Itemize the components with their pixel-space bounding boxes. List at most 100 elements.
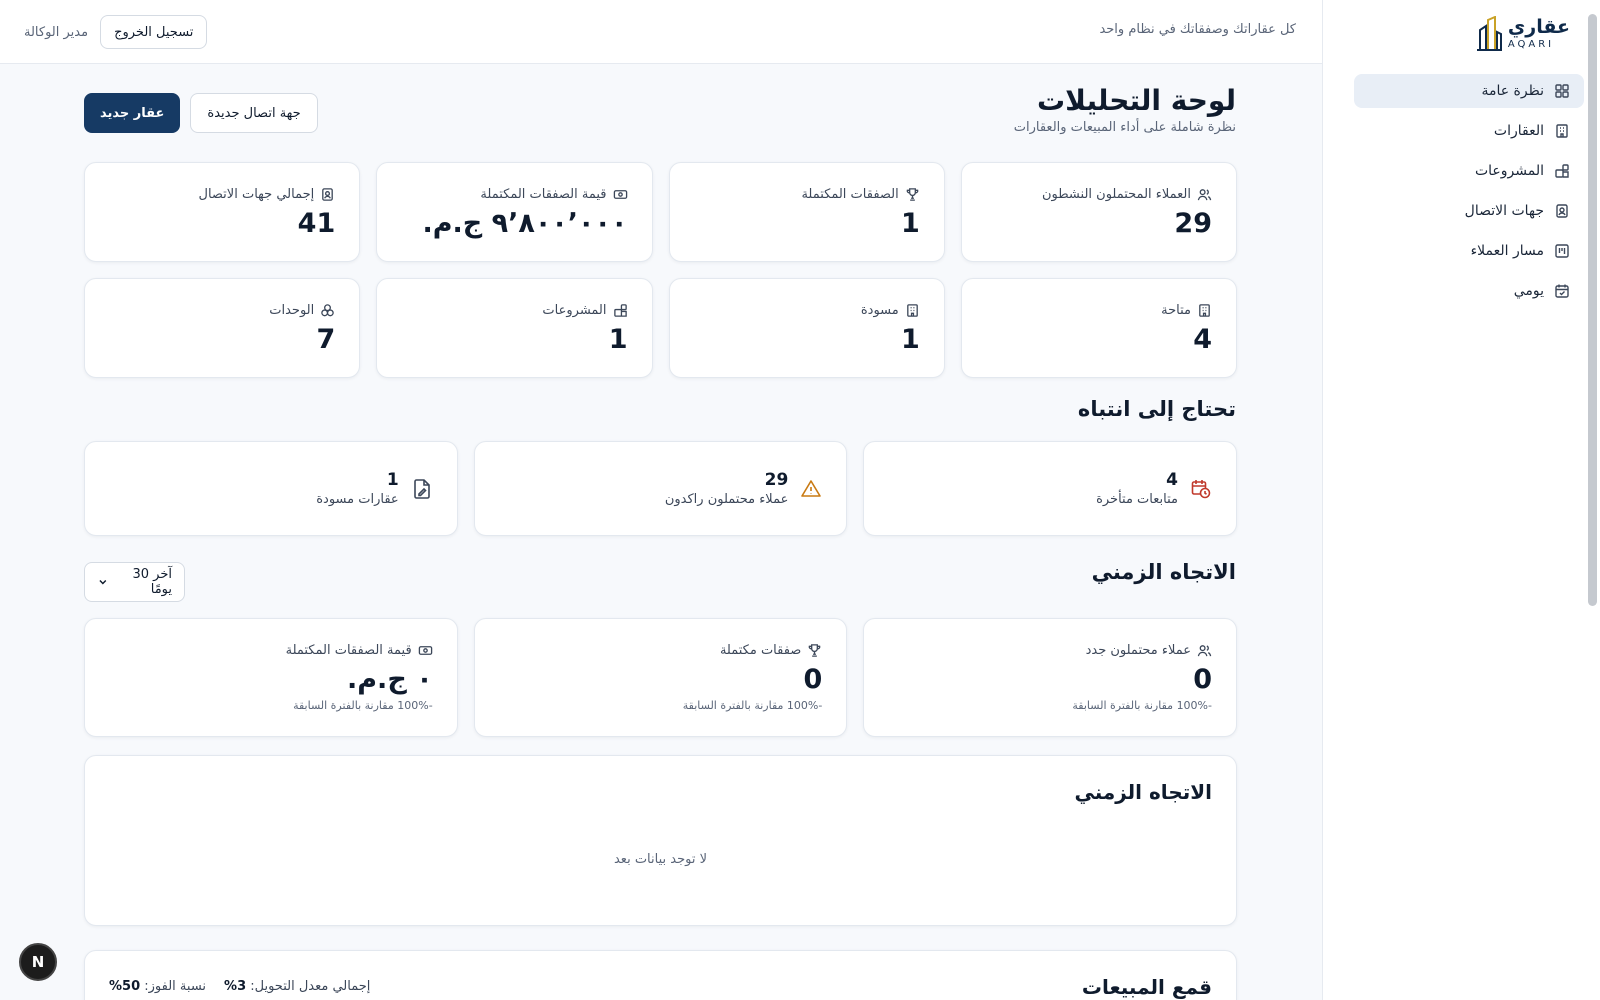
page-subtitle: نظرة شاملة على أداء المبيعات والعقارات: [1013, 120, 1236, 135]
stat-value: 1: [900, 208, 920, 239]
tagline: كل عقاراتك وصفقاتك في نظام واحد: [1099, 22, 1296, 37]
users-icon: [1197, 645, 1212, 657]
calendar-check-icon: [1555, 284, 1569, 298]
contact-card-icon: [322, 188, 334, 201]
stat-label: الصفقات المكتملة: [801, 187, 899, 202]
win-rate-value: 50%: [109, 979, 141, 994]
alert-label: عملاء محتملون راكدون: [664, 492, 789, 507]
grid-icon: [1555, 84, 1569, 98]
alert-value: 29: [764, 470, 789, 490]
stat-value: 0: [803, 664, 823, 695]
stat-label: متاحة: [1161, 303, 1191, 318]
blocks-icon: [613, 304, 627, 317]
banknote-icon: [613, 190, 627, 199]
stat-value: 1: [608, 324, 628, 355]
topbar: كل عقاراتك وصفقاتك في نظام واحد مدير الو…: [0, 0, 1322, 64]
sidebar-item-properties[interactable]: العقارات: [1354, 114, 1584, 148]
stat-value: ٩٬٨٠٠٬٠٠٠ ج.م.: [422, 208, 628, 239]
sales-funnel-card: قمع المبيعات نسبة الفوز: 50% إجمالي معدل…: [84, 950, 1237, 1000]
logo-building-icon: [1476, 16, 1502, 51]
stat-card-units: الوحدات 7: [84, 278, 361, 378]
sidebar-item-label: نظرة عامة: [1481, 83, 1544, 99]
chart-title: الاتجاه الزمني: [1074, 780, 1212, 804]
trend-compare: -100% مقارنة بالفترة السابقة: [293, 699, 433, 712]
sidebar-item-daily[interactable]: يومي: [1354, 274, 1584, 308]
conversion-rate: إجمالي معدل التحويل: 3%: [224, 979, 370, 994]
page-title: لوحة التحليلات: [1037, 84, 1236, 117]
alert-card-stale-leads[interactable]: 29 عملاء محتملون راكدون: [473, 441, 848, 536]
stat-label: المشروعات: [542, 303, 607, 318]
file-edit-icon: [413, 478, 430, 499]
alert-value: 1: [386, 470, 399, 490]
attention-title: تحتاج إلى انتباه: [1077, 397, 1236, 421]
alert-card-overdue-followups[interactable]: 4 متابعات متأخرة: [863, 441, 1237, 536]
stat-value: ٠ ج.م.: [347, 664, 433, 695]
stat-label: مسودة: [860, 303, 899, 318]
building-icon: [1556, 124, 1568, 138]
trend-card-new-leads: عملاء محتملون جدد 0 -100% مقارنة بالفترة…: [863, 618, 1237, 737]
trend-card-completed-deals: صفقات مكتملة 0 -100% مقارنة بالفترة السا…: [473, 618, 848, 737]
sidebar-item-overview[interactable]: نظرة عامة: [1354, 74, 1584, 108]
sidebar-item-label: يومي: [1513, 283, 1544, 299]
contact-card-icon: [1556, 204, 1568, 218]
logout-button[interactable]: تسجيل الخروج: [100, 15, 208, 49]
trend-compare: -100% مقارنة بالفترة السابقة: [1072, 699, 1212, 712]
warning-icon: [801, 479, 822, 497]
stats-row-2: متاحة 4 مسودة 1 المشروعات 1 الوحدات 7: [84, 278, 1237, 378]
stat-label: عملاء محتملون جدد: [1085, 643, 1191, 658]
logo-arabic: عقاري: [1507, 16, 1570, 38]
page-scrollbar[interactable]: [1588, 14, 1597, 606]
alert-value: 4: [1166, 470, 1178, 490]
stat-label: قيمة الصفقات المكتملة: [285, 643, 412, 658]
alert-label: عقارات مسودة: [316, 492, 399, 507]
sidebar-item-pipeline[interactable]: مسار العملاء: [1354, 234, 1584, 268]
trend-compare: -100% مقارنة بالفترة السابقة: [682, 699, 823, 712]
sidebar-item-label: مسار العملاء: [1470, 243, 1544, 259]
stat-card-active-leads: العملاء المحتملون النشطون 29: [960, 162, 1237, 262]
win-rate: نسبة الفوز: 50%: [109, 979, 206, 994]
trophy-icon: [906, 188, 919, 201]
funnel-stats: نسبة الفوز: 50% إجمالي معدل التحويل: 3%: [109, 979, 370, 994]
stat-card-total-contacts: إجمالي جهات الاتصال 41: [84, 162, 361, 262]
sidebar-item-label: جهات الاتصال: [1464, 203, 1544, 219]
sidebar-item-label: المشروعات: [1474, 163, 1544, 179]
stat-value: 0: [1193, 664, 1212, 695]
trend-card-deals-value: قيمة الصفقات المكتملة ٠ ج.م. -100% مقارن…: [84, 618, 458, 737]
alert-label: متابعات متأخرة: [1096, 492, 1178, 507]
stat-label: العملاء المحتملون النشطون: [1042, 187, 1191, 202]
stat-card-draft: مسودة 1: [668, 278, 945, 378]
stat-label: صفقات مكتملة: [719, 643, 802, 658]
dev-tools-badge[interactable]: N: [19, 943, 57, 981]
chart-empty-state: لا توجد بيانات بعد: [613, 852, 708, 867]
alert-card-draft-properties[interactable]: 1 عقارات مسودة: [84, 441, 458, 536]
sidebar: عقاري AQARI نظرة عامة العقارات المشروعات…: [1322, 0, 1600, 1000]
stat-label: الوحدات: [269, 303, 315, 318]
win-rate-label: نسبة الفوز:: [144, 979, 207, 994]
stat-value: 4: [1193, 324, 1212, 355]
main-content: لوحة التحليلات نظرة شاملة على أداء المبي…: [0, 64, 1322, 1000]
attention-row: 4 متابعات متأخرة 29 عملاء محتملون راكدون…: [84, 441, 1237, 536]
calendar-clock-icon: [1191, 479, 1211, 498]
stat-value: 7: [316, 324, 336, 355]
period-select[interactable]: آخر 30 يومًا: [84, 562, 185, 602]
sidebar-item-label: العقارات: [1493, 123, 1544, 139]
banknote-icon: [418, 646, 432, 655]
stat-label: إجمالي جهات الاتصال: [198, 187, 315, 202]
stat-value: 41: [297, 208, 336, 239]
new-contact-button[interactable]: جهة اتصال جديدة: [190, 93, 318, 133]
stats-row-1: العملاء المحتملون النشطون 29 الصفقات الم…: [84, 162, 1237, 262]
logo[interactable]: عقاري AQARI: [1476, 14, 1570, 54]
header-actions: عقار جديد جهة اتصال جديدة: [84, 93, 318, 133]
stat-card-available: متاحة 4: [960, 278, 1237, 378]
new-property-button[interactable]: عقار جديد: [84, 93, 181, 133]
user-role: مدير الوكالة: [24, 24, 89, 40]
sidebar-item-contacts[interactable]: جهات الاتصال: [1354, 194, 1584, 228]
users-icon: [1197, 189, 1212, 201]
trend-title: الاتجاه الزمني: [1091, 560, 1236, 584]
trophy-icon: [809, 644, 821, 657]
trend-chart-card: الاتجاه الزمني لا توجد بيانات بعد: [84, 755, 1237, 926]
units-icon: [321, 304, 335, 317]
trend-row: عملاء محتملون جدد 0 -100% مقارنة بالفترة…: [84, 618, 1237, 737]
sidebar-item-projects[interactable]: المشروعات: [1354, 154, 1584, 188]
sidebar-nav: نظرة عامة العقارات المشروعات جهات الاتصا…: [1354, 74, 1584, 314]
